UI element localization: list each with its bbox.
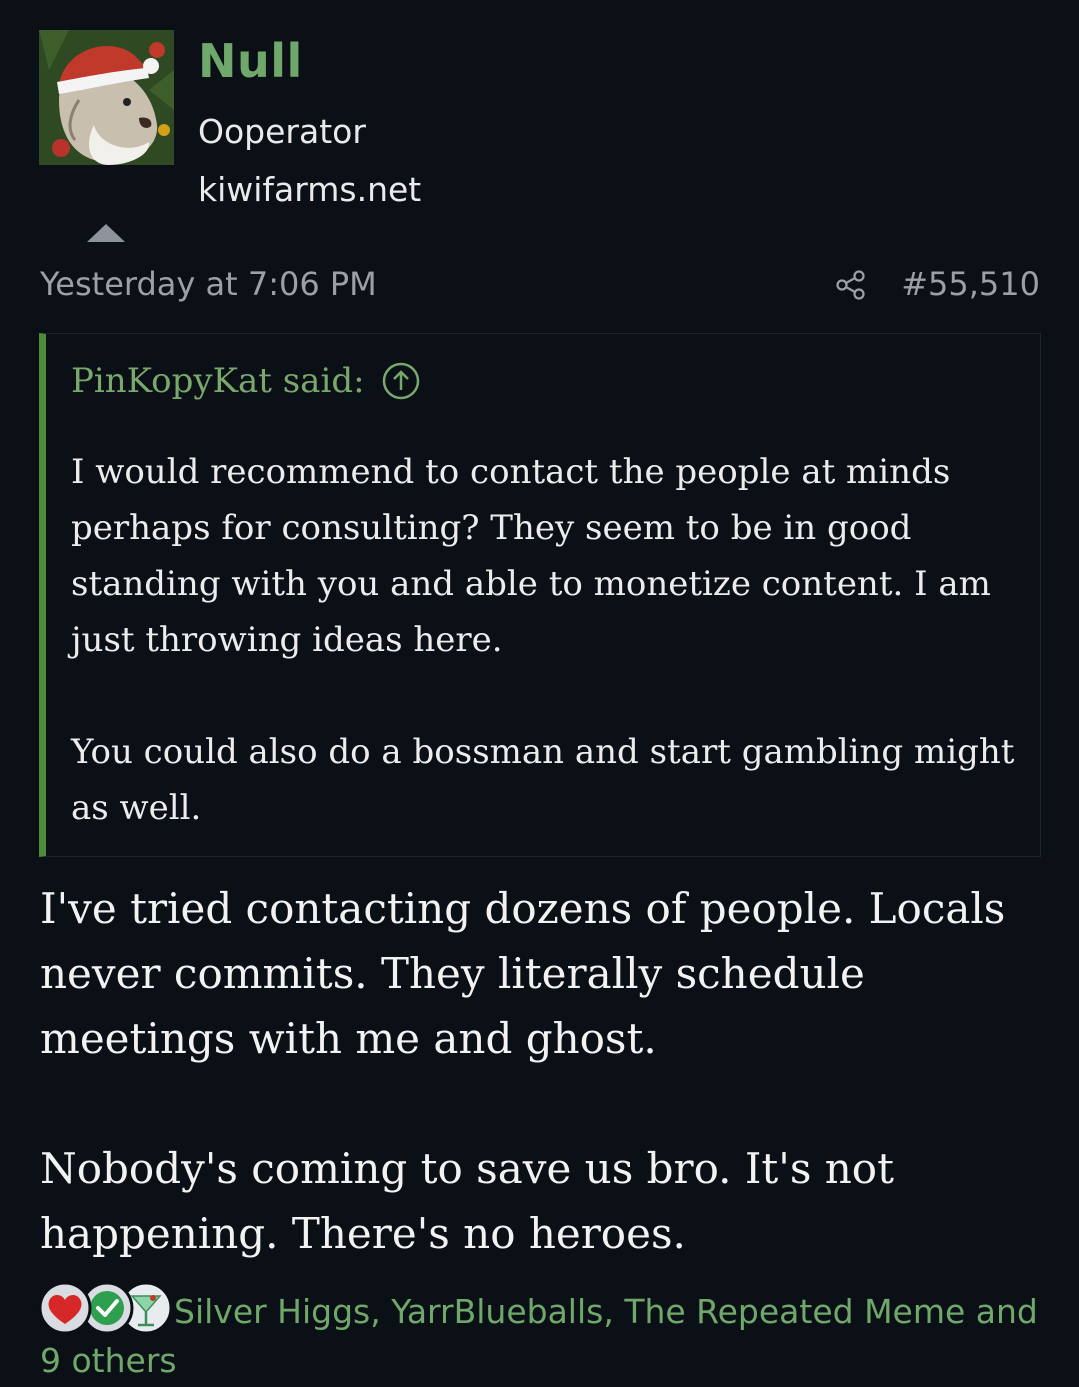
user-site: kiwifarms.net [198,170,422,209]
quote-body: I would recommend to contact the people … [71,444,1031,836]
avatar[interactable] [39,30,174,165]
santa-hat-dog-avatar-icon [39,30,174,165]
share-icon[interactable] [834,268,868,302]
quote-block: PinKopyKat said: I would recommend to co… [39,333,1041,857]
quote-paragraph: I would recommend to contact the people … [71,452,991,660]
arrow-up-circle-icon[interactable] [381,361,421,401]
reaction-users-link[interactable]: Silver Higgs, YarrBlueballs, The Repeate… [40,1287,1046,1385]
collapse-caret-icon[interactable] [87,224,125,242]
user-title: Ooperator [198,112,366,151]
quote-paragraph: You could also do a bossman and start ga… [71,732,1015,828]
post-timestamp[interactable]: Yesterday at 7:06 PM [40,265,377,303]
message-body: I've tried contacting dozens of people. … [40,876,1040,1266]
message-paragraph: Nobody's coming to save us bro. It's not… [40,1144,894,1258]
quote-attribution[interactable]: PinKopyKat said: [71,361,421,402]
username[interactable]: Null [198,36,303,87]
message-paragraph: I've tried contacting dozens of people. … [40,884,1006,1063]
forum-post: Null Ooperator kiwifarms.net Yesterday a… [0,0,1079,1387]
quote-author-label[interactable]: PinKopyKat said: [71,361,365,402]
reaction-icons [36,1280,172,1336]
heart-icon [38,1281,92,1335]
post-number-link[interactable]: #55,510 [901,265,1040,303]
